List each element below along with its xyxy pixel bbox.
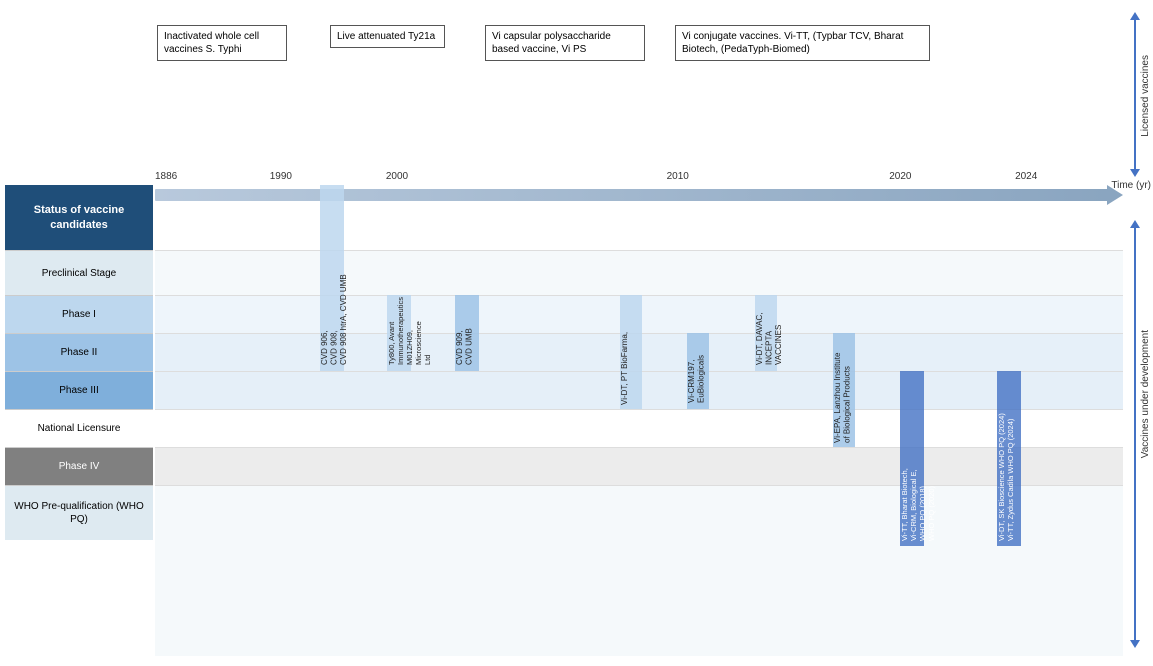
row-phase4 <box>155 447 1123 485</box>
vaccine-box-vips: Vi capsular polysaccharide based vaccine… <box>485 25 645 61</box>
main-container: Licensed vaccines Vaccines under develop… <box>0 0 1153 666</box>
bar-vi-dt-pt-label: Vi-DT, PT BioFarma, <box>620 297 630 407</box>
licensed-line <box>1134 20 1136 169</box>
year-2000: 2000 <box>386 171 408 182</box>
bar-vi-tt-bharat-label-container: Vi-TT, Bharat Biotech, Vi-CRM, Biologica… <box>900 373 924 543</box>
bar-vi-crm197-label: Vi-CRM197, EuBiologicals <box>687 335 706 405</box>
row-preclinical <box>155 250 1123 295</box>
sidebar-phase1: Phase I <box>5 295 153 333</box>
bar-cvd906-label: CVD 906, CVD 908, CVD 908 htrA, CVD UMB <box>320 187 349 367</box>
year-2024: 2024 <box>1015 171 1037 182</box>
vaccine-box-inactivated: Inactivated whole cell vaccines S. Typhi <box>157 25 287 61</box>
dev-arrow-up-icon <box>1130 220 1140 228</box>
vaccine-box-vips-text: Vi capsular polysaccharide based vaccine… <box>492 31 611 55</box>
vaccine-box-ty21a-text: Live attenuated Ty21a <box>337 31 435 42</box>
year-1990: 1990 <box>270 171 292 182</box>
licensed-label: Licensed vaccines <box>1140 55 1151 137</box>
arrow-up-icon <box>1130 12 1140 20</box>
arrow-down-icon <box>1130 169 1140 177</box>
sidebar-phase2: Phase II <box>5 333 153 371</box>
vaccine-box-viconj-text: Vi conjugate vaccines. Vi-TT, (Typbar TC… <box>682 31 903 55</box>
sidebar-who-pq: WHO Pre-qualification (WHO PQ) <box>5 485 153 540</box>
bar-vi-tt-bharat-label: Vi-TT, Bharat Biotech, Vi-CRM, Biologica… <box>900 373 936 543</box>
vaccine-box-inactivated-text: Inactivated whole cell vaccines S. Typhi <box>164 31 259 55</box>
bar-ty800-label-container: Ty800, Avant Immunotherapeutics M01ZH09,… <box>387 297 411 367</box>
chart-grid: CVD 906, CVD 908, CVD 908 htrA, CVD UMB … <box>155 185 1123 656</box>
bar-vi-epa-label: Vi-EPA, Lanzhou Institute of Biological … <box>833 335 852 445</box>
sidebar-phase4: Phase IV <box>5 447 153 485</box>
dev-arrow-down-icon <box>1130 640 1140 648</box>
vaccine-box-ty21a: Live attenuated Ty21a <box>330 25 445 48</box>
bar-vi-epa-label-container: Vi-EPA, Lanzhou Institute of Biological … <box>833 335 855 445</box>
sidebar-national: National Licensure <box>5 409 153 447</box>
year-2020: 2020 <box>889 171 911 182</box>
bar-cvd906-label-container: CVD 906, CVD 908, CVD 908 htrA, CVD UMB <box>320 187 344 367</box>
bar-cvd909-label: CVD 909, CVD UMB <box>455 297 474 367</box>
bar-vi-dt-davac-label: Vi-DT, DAVAC, INCEPTA VACCINES <box>755 297 784 367</box>
sidebar: Status of vaccine candidates Preclinical… <box>5 185 153 540</box>
vaccine-box-viconj: Vi conjugate vaccines. Vi-TT, (Typbar TC… <box>675 25 930 61</box>
row-national <box>155 409 1123 447</box>
bar-vi-dt-sk-label: Vi-DT, SK Bioscience WHO PQ (2024) Vi-TT… <box>997 373 1015 543</box>
year-1886: 1886 <box>155 171 177 182</box>
bar-vi-dt-davac-label-container: Vi-DT, DAVAC, INCEPTA VACCINES <box>755 297 777 367</box>
row-who-pq <box>155 485 1123 656</box>
licensed-boxes-area: Inactivated whole cell vaccines S. Typhi… <box>155 10 1123 170</box>
dev-line <box>1134 228 1136 640</box>
bar-vi-crm197-label-container: Vi-CRM197, EuBiologicals <box>687 335 709 405</box>
dev-label: Vaccines under development <box>1140 330 1151 458</box>
bar-vi-dt-pt-label-container: Vi-DT, PT BioFarma, <box>620 297 642 407</box>
sidebar-phase3: Phase III <box>5 371 153 409</box>
sidebar-title: Status of vaccine candidates <box>5 185 153 250</box>
bar-vi-dt-sk-label-container: Vi-DT, SK Bioscience WHO PQ (2024) Vi-TT… <box>997 373 1021 543</box>
bar-ty800-label: Ty800, Avant Immunotherapeutics M01ZH09,… <box>387 297 432 367</box>
sidebar-preclinical: Preclinical Stage <box>5 250 153 295</box>
bar-cvd909-label-container: CVD 909, CVD UMB <box>455 297 479 367</box>
year-2010: 2010 <box>667 171 689 182</box>
